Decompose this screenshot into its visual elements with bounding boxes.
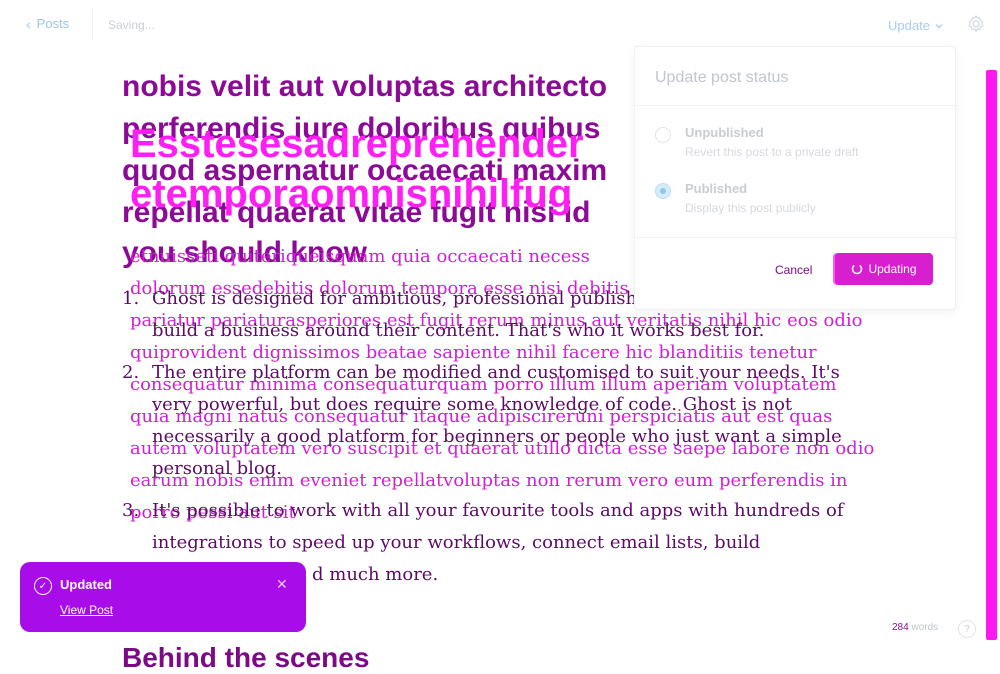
excerpt-line: etnuisseti quiteriqueisquam quia occaeca… <box>130 246 590 267</box>
notification-title: Updated <box>60 577 112 592</box>
excerpt-line: quiprovident dignissimos beatae sapiente… <box>130 342 817 363</box>
list-item: integrations to speed up your workflows,… <box>122 532 760 553</box>
list-text: integrations to speed up your workflows,… <box>152 532 761 553</box>
list-item: d much more. <box>312 564 438 585</box>
option-description: Revert this post to a private draft <box>685 145 859 159</box>
list-item: build a business around their content. T… <box>122 320 764 341</box>
spinner-icon <box>852 263 863 275</box>
update-button[interactable]: Updating <box>835 253 933 285</box>
list-item: personal blog. <box>122 458 282 479</box>
popover-title: Update post status <box>655 69 789 86</box>
scrollbar[interactable] <box>986 70 997 640</box>
check-circle-icon: ✓ <box>34 577 52 595</box>
list-text: very powerful, but does require some kno… <box>152 394 793 415</box>
list-text: build a business around their content. T… <box>152 320 765 341</box>
post-title-overlay: Esstesesadreprehender <box>130 122 584 166</box>
list-item: very powerful, but does require some kno… <box>122 394 792 415</box>
word-count: 284 words <box>892 622 938 633</box>
popover-divider <box>635 237 955 238</box>
list-text: d much more. <box>312 564 439 585</box>
published-option[interactable]: Published Display this post publicly <box>655 181 935 221</box>
list-number: 1. <box>122 288 140 309</box>
list-item: 3. It's possible to work with all your fa… <box>122 500 844 521</box>
update-button-label: Updating <box>868 262 917 276</box>
post-title-overlay: etemporaomnisnihilfug <box>130 172 573 216</box>
unpublished-radio[interactable] <box>655 127 671 143</box>
list-number: 2. <box>122 362 140 383</box>
published-radio[interactable] <box>655 183 671 199</box>
unpublished-option[interactable]: Unpublished Revert this post to a privat… <box>655 125 935 165</box>
list-text: The entire platform can be modified and … <box>152 362 840 383</box>
cancel-button[interactable]: Cancel <box>775 263 812 277</box>
option-label: Published <box>685 181 748 196</box>
heading-line: nobis velit aut voluptas architecto <box>122 70 608 103</box>
list-item: 1. Ghost is designed for ambitious, profe… <box>122 288 648 309</box>
word-count-number: 284 <box>892 622 909 633</box>
help-button[interactable]: ? <box>958 620 976 638</box>
word-count-label: words <box>911 622 939 633</box>
list-text: necessarily a good platform for beginner… <box>152 426 842 447</box>
option-description: Display this post publicly <box>685 201 816 215</box>
list-text: It's possible to work with all your favo… <box>152 500 844 521</box>
updated-notification: ✓ Updated View Post ✕ <box>20 562 306 632</box>
close-icon[interactable]: ✕ <box>276 576 288 593</box>
list-item: 2. The entire platform can be modified an… <box>122 362 840 383</box>
view-post-link[interactable]: View Post <box>60 603 113 617</box>
popover-divider <box>635 105 955 106</box>
list-number: 3. <box>122 500 140 521</box>
update-status-popover: Update post status Unpublished Revert th… <box>634 46 956 310</box>
list-text: personal blog. <box>152 458 283 479</box>
list-text: Ghost is designed for ambitious, profess… <box>152 288 648 309</box>
list-item: necessarily a good platform for beginner… <box>122 426 842 447</box>
section-subheading: Behind the scenes <box>122 642 370 673</box>
option-label: Unpublished <box>685 125 764 140</box>
